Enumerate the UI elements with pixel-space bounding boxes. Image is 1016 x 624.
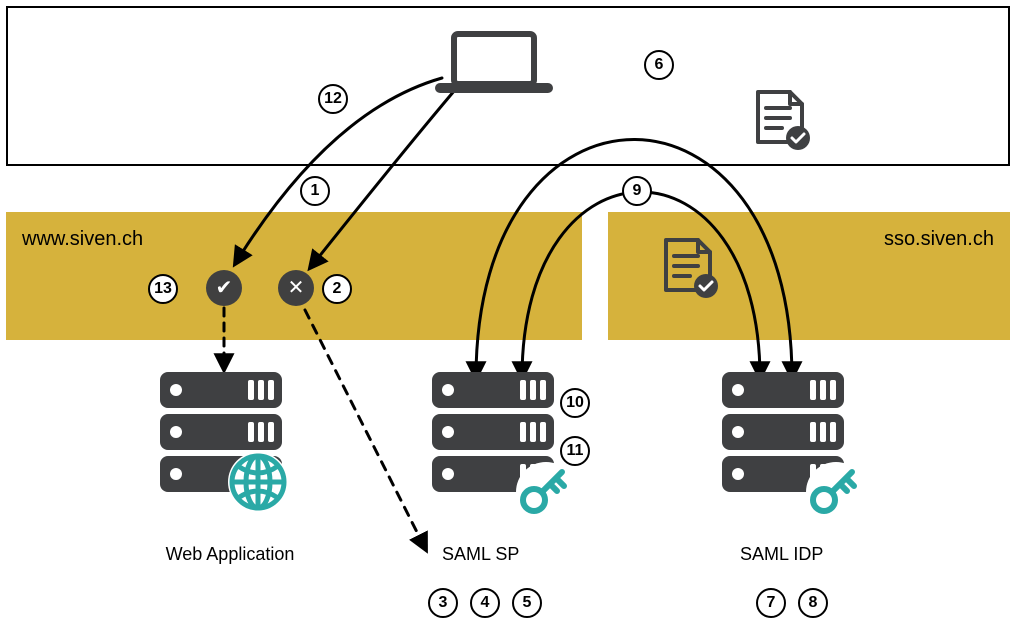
step-3: 3 <box>428 588 458 618</box>
status-ok-circle: ✔ <box>206 270 242 306</box>
webapp-label: Web Application <box>150 544 310 565</box>
document-check-icon <box>666 240 718 298</box>
step-13: 13 <box>148 274 178 304</box>
webapp-server-icon <box>160 372 288 512</box>
step-8: 8 <box>798 588 828 618</box>
step-7: 7 <box>756 588 786 618</box>
sp-label: SAML SP <box>442 544 562 565</box>
step-5: 5 <box>512 588 542 618</box>
flow-2-dashed <box>305 310 426 550</box>
idp-server-icon <box>722 372 866 522</box>
step-6: 6 <box>644 50 674 80</box>
step-2: 2 <box>322 274 352 304</box>
step-11: 11 <box>560 436 590 466</box>
step-9: 9 <box>622 176 652 206</box>
flow-9 <box>522 192 760 378</box>
step-10: 10 <box>560 388 590 418</box>
step-1: 1 <box>300 176 330 206</box>
laptop-icon <box>440 34 548 88</box>
sp-server-icon <box>432 372 576 522</box>
key-icon <box>516 462 576 522</box>
check-icon: ✔ <box>216 278 233 298</box>
diagram-svg <box>0 0 1016 624</box>
idp-label: SAML IDP <box>740 544 880 565</box>
close-icon: ✕ <box>288 278 305 298</box>
step-4: 4 <box>470 588 500 618</box>
globe-icon <box>228 452 288 512</box>
step-12: 12 <box>318 84 348 114</box>
document-check-icon <box>758 92 810 150</box>
status-fail-circle: ✕ <box>278 270 314 306</box>
key-icon <box>806 462 866 522</box>
